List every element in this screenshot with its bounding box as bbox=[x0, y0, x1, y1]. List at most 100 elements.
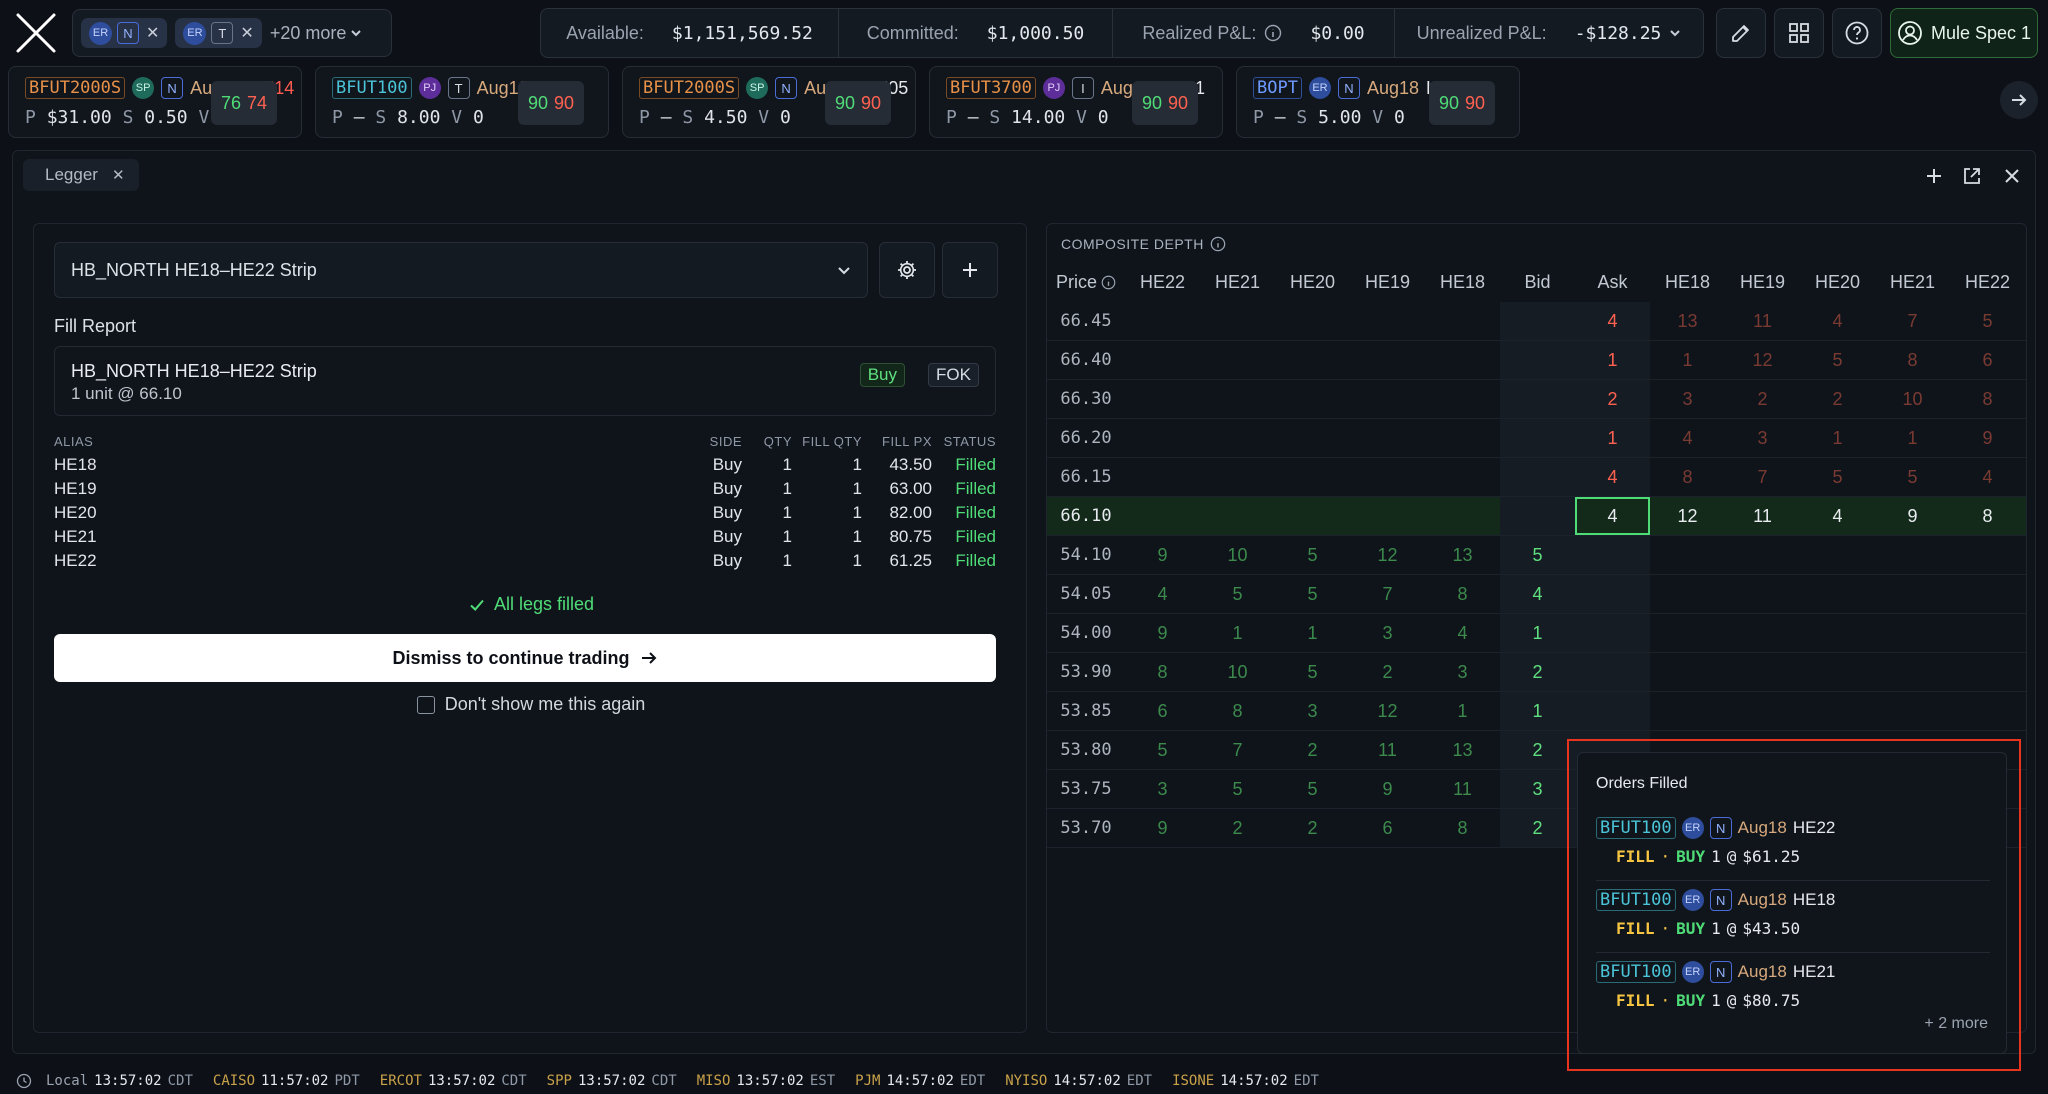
more-orders-link[interactable]: + 2 more bbox=[1924, 1015, 1988, 1033]
more-filters-dropdown[interactable]: +20 more bbox=[270, 23, 363, 44]
help-button[interactable] bbox=[1832, 8, 1882, 58]
depth-bid-leg-cell[interactable] bbox=[1200, 302, 1275, 340]
depth-bid-leg-cell[interactable] bbox=[1275, 380, 1350, 418]
strip-select[interactable]: HB_NORTH HE18–HE22 Strip bbox=[54, 242, 868, 298]
ticker-card[interactable]: BFUT100 PJ T Aug18 HE24 P — S 8.00 V 0 9… bbox=[315, 66, 609, 138]
depth-ask-leg-cell[interactable] bbox=[1650, 653, 1725, 691]
ticker-card[interactable]: BOPT ER N Aug18 HE23 P — S 5.00 V 0 90 9… bbox=[1236, 66, 1520, 138]
depth-ask-leg-cell[interactable]: 4 bbox=[1650, 419, 1725, 457]
depth-bid-leg-cell[interactable]: 2 bbox=[1275, 731, 1350, 769]
depth-ask-leg-cell[interactable]: 5 bbox=[1950, 302, 2025, 340]
depth-ask-leg-cell[interactable]: 9 bbox=[1950, 419, 2025, 457]
depth-ask-leg-cell[interactable] bbox=[1800, 614, 1875, 652]
depth-bid-cell[interactable]: 1 bbox=[1500, 614, 1575, 652]
depth-bid-leg-cell[interactable] bbox=[1200, 497, 1275, 535]
depth-ask-leg-cell[interactable] bbox=[1950, 575, 2025, 613]
external-link-icon[interactable] bbox=[1961, 165, 1983, 187]
depth-ask-leg-cell[interactable] bbox=[1875, 575, 1950, 613]
depth-bid-leg-cell[interactable]: 7 bbox=[1350, 575, 1425, 613]
depth-ask-leg-cell[interactable] bbox=[1725, 614, 1800, 652]
depth-ask-leg-cell[interactable] bbox=[1800, 692, 1875, 730]
dont-show-checkbox[interactable] bbox=[416, 695, 435, 714]
depth-bid-leg-cell[interactable] bbox=[1200, 380, 1275, 418]
depth-bid-leg-cell[interactable]: 5 bbox=[1200, 770, 1275, 808]
depth-bid-cell[interactable]: 4 bbox=[1500, 575, 1575, 613]
depth-ask-leg-cell[interactable] bbox=[1875, 653, 1950, 691]
depth-ask-leg-cell[interactable]: 8 bbox=[1950, 497, 2025, 535]
depth-ask-leg-cell[interactable]: 10 bbox=[1875, 380, 1950, 418]
depth-bid-leg-cell[interactable] bbox=[1200, 341, 1275, 379]
info-icon[interactable] bbox=[1264, 24, 1282, 42]
depth-bid-leg-cell[interactable]: 5 bbox=[1275, 653, 1350, 691]
depth-bid-leg-cell[interactable] bbox=[1350, 302, 1425, 340]
depth-ask-cell[interactable]: 1 bbox=[1575, 341, 1650, 379]
depth-bid-leg-cell[interactable] bbox=[1125, 302, 1200, 340]
scroll-tickers-button[interactable] bbox=[2000, 81, 2038, 119]
depth-bid-leg-cell[interactable]: 7 bbox=[1200, 731, 1275, 769]
depth-bid-cell[interactable]: 1 bbox=[1500, 692, 1575, 730]
depth-bid-leg-cell[interactable] bbox=[1200, 458, 1275, 496]
depth-ask-leg-cell[interactable] bbox=[1875, 692, 1950, 730]
depth-ask-leg-cell[interactable]: 5 bbox=[1875, 458, 1950, 496]
depth-bid-leg-cell[interactable]: 8 bbox=[1125, 653, 1200, 691]
layout-button[interactable] bbox=[1774, 8, 1824, 58]
depth-bid-cell[interactable]: 2 bbox=[1500, 653, 1575, 691]
depth-ask-leg-cell[interactable] bbox=[1875, 536, 1950, 574]
depth-bid-leg-cell[interactable]: 4 bbox=[1425, 614, 1500, 652]
depth-ask-leg-cell[interactable]: 11 bbox=[1725, 497, 1800, 535]
depth-bid-leg-cell[interactable]: 1 bbox=[1275, 614, 1350, 652]
depth-bid-leg-cell[interactable]: 5 bbox=[1275, 770, 1350, 808]
depth-bid-cell[interactable] bbox=[1500, 380, 1575, 418]
depth-ask-leg-cell[interactable] bbox=[1725, 575, 1800, 613]
depth-bid-leg-cell[interactable] bbox=[1350, 419, 1425, 457]
depth-bid-leg-cell[interactable]: 11 bbox=[1425, 770, 1500, 808]
depth-bid-leg-cell[interactable]: 2 bbox=[1350, 653, 1425, 691]
depth-ask-cell-selected[interactable]: 4 bbox=[1575, 497, 1650, 535]
depth-bid-cell[interactable] bbox=[1500, 458, 1575, 496]
depth-ask-leg-cell[interactable]: 9 bbox=[1875, 497, 1950, 535]
depth-ask-leg-cell[interactable]: 5 bbox=[1800, 341, 1875, 379]
depth-bid-leg-cell[interactable] bbox=[1275, 341, 1350, 379]
depth-ask-leg-cell[interactable] bbox=[1650, 614, 1725, 652]
depth-ask-cell[interactable] bbox=[1575, 653, 1650, 691]
close-icon[interactable] bbox=[2001, 165, 2023, 187]
depth-ask-leg-cell[interactable] bbox=[1650, 575, 1725, 613]
depth-bid-leg-cell[interactable]: 9 bbox=[1350, 770, 1425, 808]
depth-bid-leg-cell[interactable]: 3 bbox=[1425, 653, 1500, 691]
depth-ask-leg-cell[interactable]: 6 bbox=[1950, 341, 2025, 379]
depth-ask-leg-cell[interactable] bbox=[1950, 536, 2025, 574]
depth-bid-leg-cell[interactable] bbox=[1125, 497, 1200, 535]
account-button[interactable]: Mule Spec 1 bbox=[1890, 8, 2038, 58]
depth-ask-leg-cell[interactable]: 1 bbox=[1800, 419, 1875, 457]
depth-bid-cell[interactable]: 2 bbox=[1500, 731, 1575, 769]
depth-bid-cell[interactable] bbox=[1500, 341, 1575, 379]
depth-bid-leg-cell[interactable] bbox=[1125, 380, 1200, 418]
depth-ask-cell[interactable] bbox=[1575, 692, 1650, 730]
depth-bid-leg-cell[interactable] bbox=[1275, 458, 1350, 496]
depth-bid-leg-cell[interactable] bbox=[1425, 497, 1500, 535]
depth-ask-leg-cell[interactable] bbox=[1800, 575, 1875, 613]
depth-ask-leg-cell[interactable]: 7 bbox=[1725, 458, 1800, 496]
add-panel-icon[interactable] bbox=[1923, 165, 1945, 187]
depth-bid-cell[interactable]: 2 bbox=[1500, 809, 1575, 847]
depth-bid-leg-cell[interactable]: 8 bbox=[1425, 809, 1500, 847]
depth-ask-leg-cell[interactable]: 3 bbox=[1650, 380, 1725, 418]
dont-show-again[interactable]: Don't show me this again bbox=[34, 694, 1028, 715]
depth-ask-leg-cell[interactable]: 12 bbox=[1650, 497, 1725, 535]
depth-bid-leg-cell[interactable]: 13 bbox=[1425, 731, 1500, 769]
order-fill-item[interactable]: BFUT100 ER N Aug18 HE18 FILL · BUY 1 @ $… bbox=[1596, 883, 1990, 953]
filter-chip-er-t[interactable]: ER T ✕ bbox=[175, 18, 262, 48]
depth-ask-cell[interactable]: 2 bbox=[1575, 380, 1650, 418]
depth-ask-leg-cell[interactable] bbox=[1725, 653, 1800, 691]
depth-bid-leg-cell[interactable] bbox=[1125, 419, 1200, 457]
depth-ask-leg-cell[interactable]: 1 bbox=[1875, 419, 1950, 457]
depth-ask-leg-cell[interactable] bbox=[1950, 692, 2025, 730]
depth-ask-cell[interactable] bbox=[1575, 575, 1650, 613]
depth-bid-leg-cell[interactable]: 9 bbox=[1125, 614, 1200, 652]
depth-bid-cell[interactable]: 3 bbox=[1500, 770, 1575, 808]
depth-bid-cell[interactable] bbox=[1500, 302, 1575, 340]
dismiss-button[interactable]: Dismiss to continue trading bbox=[54, 634, 996, 682]
depth-ask-leg-cell[interactable]: 1 bbox=[1650, 341, 1725, 379]
depth-ask-leg-cell[interactable]: 3 bbox=[1725, 419, 1800, 457]
metric-unrealized-pnl[interactable]: Unrealized P&L: -$128.25 bbox=[1395, 9, 1703, 57]
